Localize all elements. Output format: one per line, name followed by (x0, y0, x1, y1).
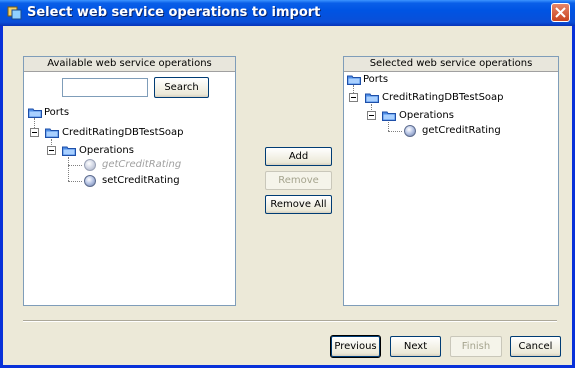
cancel-button[interactable]: Cancel (510, 336, 561, 357)
collapse-toggle[interactable] (349, 93, 358, 102)
tree-connector (68, 157, 69, 181)
tree-node-label: getCreditRating (422, 125, 501, 136)
tree-connector (388, 131, 402, 132)
tree-node-operation[interactable]: getCreditRating (422, 123, 501, 138)
available-operations-panel: Available web service operations Search … (23, 56, 236, 306)
tree-node-operation[interactable]: setCreditRating (102, 173, 180, 188)
tree-connector (353, 85, 354, 93)
tree-node-label: Operations (399, 110, 454, 121)
folder-icon (45, 128, 59, 138)
footer-separator (23, 320, 557, 322)
tree-node-operation[interactable]: getCreditRating (102, 157, 181, 172)
tree-node-operations[interactable]: Operations (79, 143, 134, 158)
remove-all-button[interactable]: Remove All (265, 195, 332, 214)
tree-node-operations[interactable]: Operations (399, 108, 454, 123)
tree-connector (68, 181, 82, 182)
tree-node-port[interactable]: CreditRatingDBTestSoap (382, 90, 504, 105)
available-operations-header: Available web service operations (24, 57, 235, 72)
operation-icon (84, 159, 96, 171)
search-input[interactable] (62, 78, 148, 97)
collapse-toggle[interactable] (30, 128, 39, 137)
dialog-content: Available web service operations Search … (3, 26, 572, 365)
operation-icon (84, 175, 96, 187)
previous-button[interactable]: Previous (330, 335, 381, 358)
folder-icon (382, 111, 396, 121)
add-button[interactable]: Add (265, 147, 332, 166)
folder-icon (62, 146, 76, 156)
folder-icon (347, 75, 361, 85)
folder-icon (28, 108, 42, 118)
tree-connector (34, 118, 35, 128)
tree-connector (388, 122, 389, 131)
operation-icon (404, 125, 416, 137)
app-icon (7, 6, 22, 20)
selected-operations-header: Selected web service operations (344, 57, 558, 72)
tree-node-port[interactable]: CreditRatingDBTestSoap (62, 125, 184, 140)
tree-node-ports[interactable]: Ports (363, 72, 388, 87)
selected-operations-panel: Selected web service operations Ports Cr… (343, 56, 559, 306)
folder-icon (365, 93, 379, 103)
tree-node-ports[interactable]: Ports (44, 105, 69, 120)
tree-node-label: Operations (79, 145, 134, 156)
close-icon (555, 7, 566, 18)
tree-node-label: getCreditRating (102, 159, 182, 170)
window-title: Select web service operations to import (27, 5, 321, 20)
next-button[interactable]: Next (390, 336, 441, 357)
search-button[interactable]: Search (154, 77, 209, 98)
tree-node-label: setCreditRating (102, 175, 180, 186)
collapse-toggle[interactable] (47, 146, 56, 155)
tree-connector (68, 165, 82, 166)
tree-node-label: CreditRatingDBTestSoap (62, 127, 184, 138)
close-button[interactable] (551, 3, 570, 22)
dialog-window: Select web service operations to import … (0, 0, 575, 368)
collapse-toggle[interactable] (367, 111, 376, 120)
title-bar[interactable]: Select web service operations to import (0, 0, 575, 26)
tree-node-label: CreditRatingDBTestSoap (382, 92, 504, 103)
finish-button[interactable]: Finish (450, 336, 502, 357)
remove-button[interactable]: Remove (265, 171, 332, 190)
tree-node-label: Ports (44, 107, 70, 118)
tree-node-label: Ports (363, 74, 389, 85)
